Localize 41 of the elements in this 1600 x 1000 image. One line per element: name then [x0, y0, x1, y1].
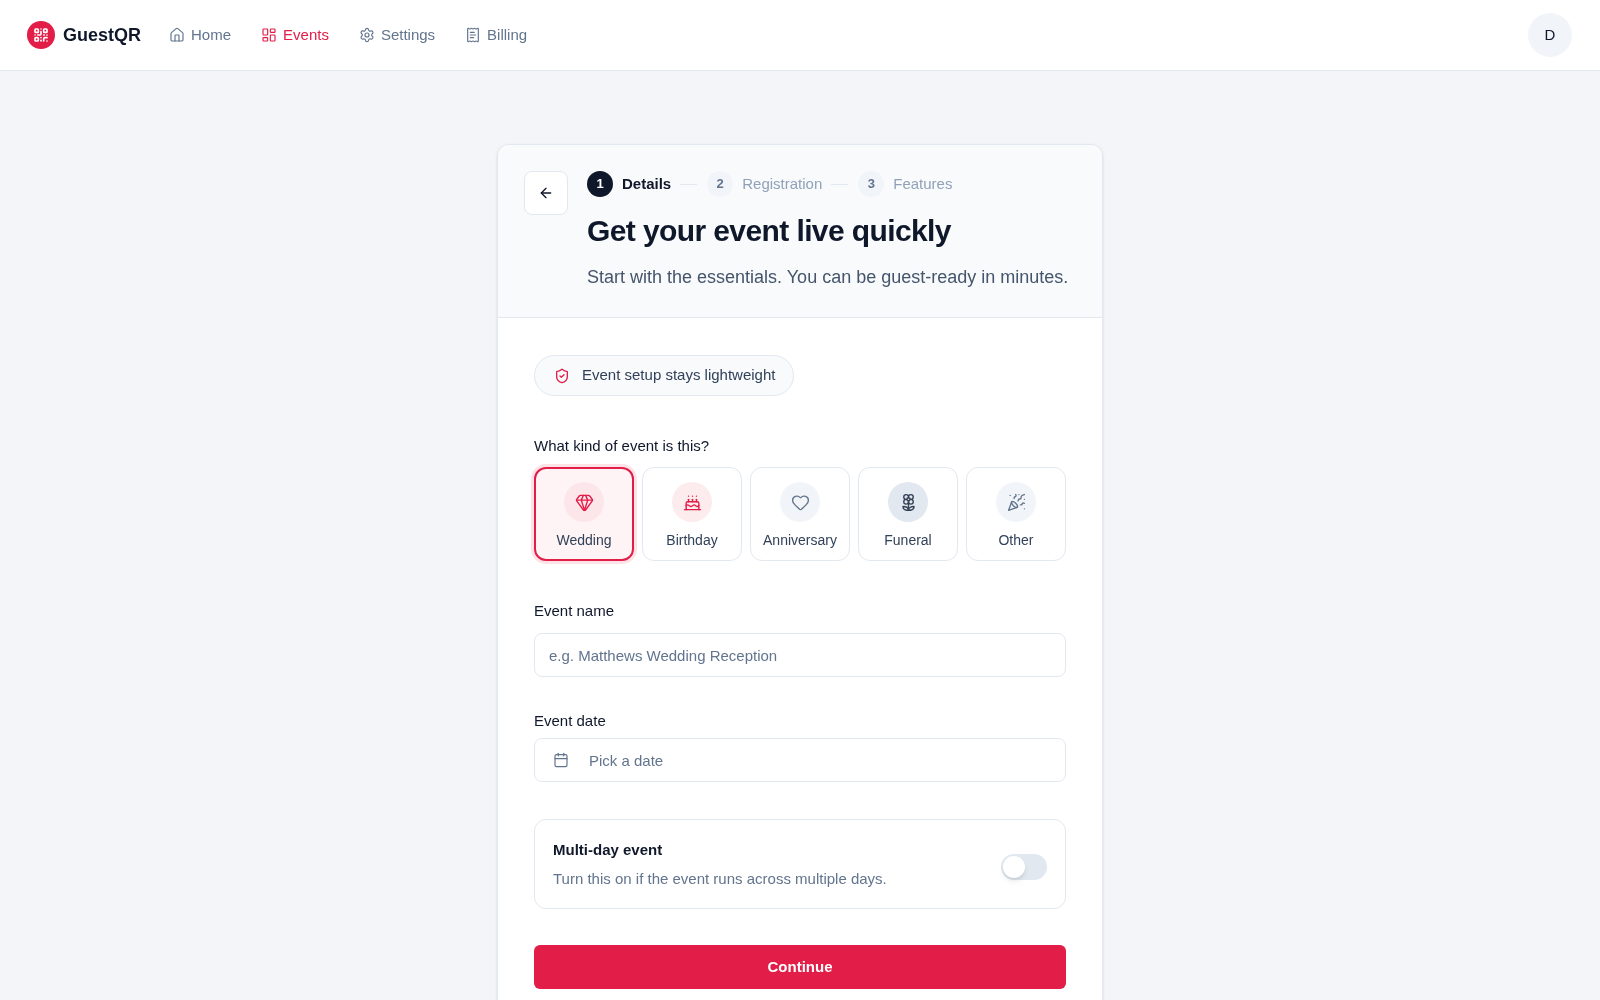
qr-logo-icon	[27, 21, 55, 49]
step-number: 2	[707, 171, 734, 197]
grid-icon	[261, 27, 278, 43]
nav-link[interactable]: Settings	[352, 19, 442, 51]
event-type-option[interactable]: Anniversary	[750, 467, 850, 561]
step-number: 1	[587, 171, 613, 197]
event-type-option[interactable]: Other	[966, 467, 1066, 561]
badge-text: Event setup stays lightweight	[582, 365, 776, 386]
step-label: Details	[622, 173, 672, 194]
nav-link[interactable]: Billing	[459, 19, 534, 51]
party-popper-icon	[996, 482, 1036, 522]
field-label: Event name	[534, 601, 616, 621]
event-name-input[interactable]: e.g. Matthews Wedding Reception	[534, 633, 1066, 677]
nav-link[interactable]: Home	[163, 19, 238, 51]
event-type-option[interactable]: Wedding	[534, 467, 634, 561]
step-number: 3	[858, 171, 885, 197]
page-title: Get your event live quickly	[587, 213, 952, 249]
brand-name: GuestQR	[63, 23, 141, 47]
field-label: Event date	[534, 711, 607, 731]
page-subtitle: Start with the essentials. You can be guest-ready in minutes.	[587, 266, 1069, 289]
gear-icon	[358, 27, 375, 43]
section-label: What kind of event is this?	[534, 436, 711, 456]
flower-icon	[888, 482, 928, 522]
event-type-option[interactable]: Birthday	[642, 467, 742, 561]
house-icon	[169, 27, 185, 43]
continue-button[interactable]: Continue	[534, 945, 1066, 989]
back-button[interactable]	[524, 171, 568, 215]
calendar-icon	[553, 752, 569, 768]
cake-icon	[672, 482, 712, 522]
date-input[interactable]: Pick a date	[534, 738, 1066, 782]
event-type-option[interactable]: Funeral	[858, 467, 958, 561]
receipt-icon	[465, 27, 482, 43]
setting-title: Multi-day event	[553, 839, 664, 860]
step-label: Registration	[742, 173, 823, 194]
gem-icon	[564, 482, 604, 522]
toggle-switch[interactable]	[1001, 854, 1047, 880]
nav-link[interactable]: Events	[255, 19, 335, 51]
shield-check-icon	[554, 367, 570, 384]
setting-description: Turn this on if the event runs across multiple days.	[553, 868, 887, 889]
user-avatar[interactable]: D	[1528, 13, 1572, 57]
step-label: Features	[893, 173, 953, 194]
